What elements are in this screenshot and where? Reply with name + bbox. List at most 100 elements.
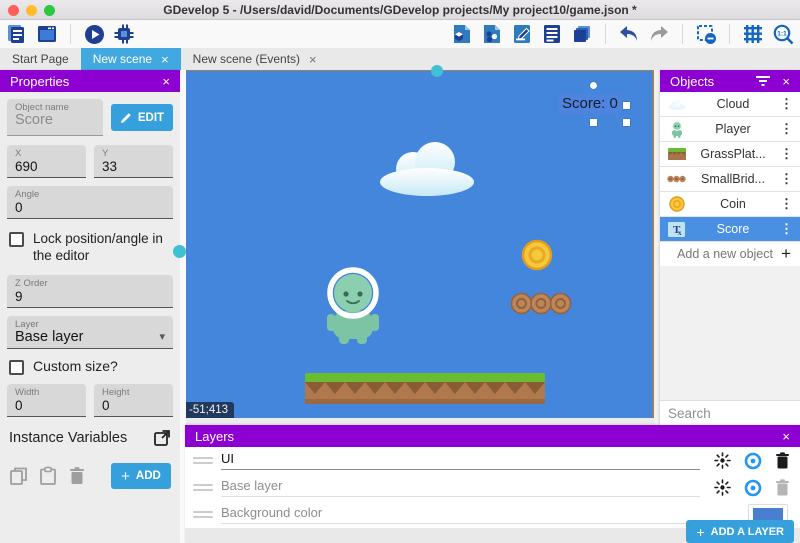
small-bridge-instance[interactable] — [511, 292, 571, 315]
redo-icon[interactable] — [647, 22, 671, 46]
cloud-instance[interactable] — [376, 141, 478, 197]
object-menu-icon[interactable]: ⋮ — [780, 121, 793, 137]
object-row-coin[interactable]: Coin ⋮ — [660, 192, 800, 217]
copy-icon[interactable] — [9, 466, 29, 486]
scene-properties-icon[interactable] — [450, 22, 474, 46]
paste-icon[interactable] — [38, 466, 58, 486]
minimize-window-button[interactable] — [26, 5, 37, 16]
undo-icon[interactable] — [617, 22, 641, 46]
objects-editor-icon[interactable] — [480, 22, 504, 46]
selection-handle[interactable] — [590, 82, 597, 89]
edit-scene-icon[interactable] — [510, 22, 534, 46]
coin-instance[interactable] — [521, 239, 553, 271]
svg-text:x: x — [678, 229, 682, 237]
drag-handle-icon[interactable] — [193, 484, 213, 491]
objects-title: Objects — [670, 74, 714, 89]
plus-icon: + — [781, 244, 791, 264]
open-in-new-icon[interactable] — [153, 429, 171, 447]
object-name: Coin — [686, 197, 780, 211]
delete-layer-icon — [775, 479, 790, 496]
layer-name-input[interactable]: Base layer — [221, 478, 700, 497]
drag-handle-icon[interactable] — [193, 511, 213, 518]
x-value: 690 — [15, 159, 78, 174]
add-layer-button[interactable]: + ADD A LAYER — [686, 520, 794, 543]
angle-field[interactable]: Angle 0 — [7, 186, 173, 219]
drag-handle-icon[interactable] — [193, 457, 213, 464]
grass-platform-thumbnail-icon — [667, 146, 686, 163]
delete-selection-icon[interactable] — [694, 22, 718, 46]
object-menu-icon[interactable]: ⋮ — [780, 96, 793, 112]
cloud-thumbnail-icon — [667, 96, 686, 113]
instance-variables-row: Instance Variables — [9, 429, 171, 447]
grass-platform-instance[interactable] — [305, 373, 545, 404]
edit-object-button[interactable]: EDIT — [111, 104, 173, 131]
object-row-cloud[interactable]: Cloud ⋮ — [660, 92, 800, 117]
object-row-score[interactable]: Tx Score ⋮ — [660, 217, 800, 242]
close-window-button[interactable] — [8, 5, 19, 16]
chevron-down-icon: ▾ — [159, 330, 165, 345]
properties-header: Properties × — [0, 70, 180, 92]
selection-handle[interactable] — [623, 119, 630, 126]
search-input[interactable] — [668, 406, 800, 421]
z-order-value: 9 — [15, 289, 165, 304]
selection-handle[interactable] — [623, 102, 630, 109]
layer-select[interactable]: Layer Base layer ▾ — [7, 316, 173, 349]
layer-effects-icon[interactable] — [714, 452, 731, 469]
object-menu-icon[interactable]: ⋮ — [780, 171, 793, 187]
add-variable-button[interactable]: + ADD — [111, 463, 171, 489]
project-manager-icon[interactable] — [5, 22, 29, 46]
layer-visibility-icon[interactable] — [744, 479, 762, 497]
layer-row-base[interactable]: Base layer — [185, 474, 800, 501]
zoom-ratio-label: 1:1 — [777, 30, 787, 37]
close-icon[interactable]: × — [782, 429, 790, 444]
trash-icon[interactable] — [67, 466, 87, 486]
score-text-instance[interactable]: Score: 0 — [559, 94, 621, 114]
layer-row-ui[interactable]: UI — [185, 447, 800, 474]
close-icon[interactable]: × — [309, 53, 317, 66]
tab-new-scene[interactable]: New scene × — [81, 48, 181, 70]
object-row-grassplatform[interactable]: GrassPlat... ⋮ — [660, 142, 800, 167]
edit-button-label: EDIT — [138, 112, 164, 124]
object-row-player[interactable]: Player ⋮ — [660, 117, 800, 142]
delete-layer-icon[interactable] — [775, 452, 790, 469]
layer-name-input[interactable]: UI — [221, 451, 700, 470]
x-position-field[interactable]: X 690 — [7, 145, 86, 178]
selection-handle[interactable] — [590, 119, 597, 126]
zoom-ratio-icon[interactable]: 1:1 — [771, 22, 795, 46]
filter-icon[interactable] — [756, 75, 770, 87]
add-new-object-button[interactable]: Add a new object + — [660, 242, 800, 266]
top-splitter-handle[interactable] — [431, 65, 443, 77]
z-order-field[interactable]: Z Order 9 — [7, 275, 173, 308]
scene-canvas[interactable]: Score: 0 — [186, 70, 654, 418]
instances-list-icon[interactable] — [540, 22, 564, 46]
grid-icon[interactable] — [741, 22, 765, 46]
object-row-smallbridge[interactable]: SmallBrid... ⋮ — [660, 167, 800, 192]
custom-size-checkbox[interactable] — [9, 360, 24, 375]
small-bridge-thumbnail-icon — [667, 171, 686, 188]
tab-new-scene-events[interactable]: New scene (Events) × — [181, 48, 329, 70]
left-splitter-handle[interactable] — [173, 245, 186, 258]
objects-search-bar — [660, 400, 800, 425]
editor-tabs: Start Page New scene × New scene (Events… — [0, 48, 800, 70]
height-field[interactable]: Height 0 — [94, 384, 173, 417]
debugger-icon[interactable] — [112, 22, 136, 46]
object-name: Score — [686, 222, 780, 236]
close-icon[interactable]: × — [161, 53, 169, 66]
tab-start-page[interactable]: Start Page — [0, 48, 81, 70]
player-instance[interactable] — [325, 267, 381, 345]
object-menu-icon[interactable]: ⋮ — [780, 146, 793, 162]
y-position-field[interactable]: Y 33 — [94, 145, 173, 178]
object-menu-icon[interactable]: ⋮ — [780, 221, 793, 237]
start-page-icon[interactable] — [35, 22, 59, 46]
layer-visibility-icon[interactable] — [744, 452, 762, 470]
maximize-window-button[interactable] — [44, 5, 55, 16]
layer-effects-icon[interactable] — [714, 479, 731, 496]
custom-size-row: Custom size? — [9, 358, 171, 375]
object-menu-icon[interactable]: ⋮ — [780, 196, 793, 212]
layers-stack-icon[interactable] — [570, 22, 594, 46]
width-field[interactable]: Width 0 — [7, 384, 86, 417]
play-preview-icon[interactable] — [82, 22, 106, 46]
close-icon[interactable]: × — [782, 74, 790, 89]
close-icon[interactable]: × — [162, 74, 170, 89]
lock-position-checkbox[interactable] — [9, 232, 24, 247]
